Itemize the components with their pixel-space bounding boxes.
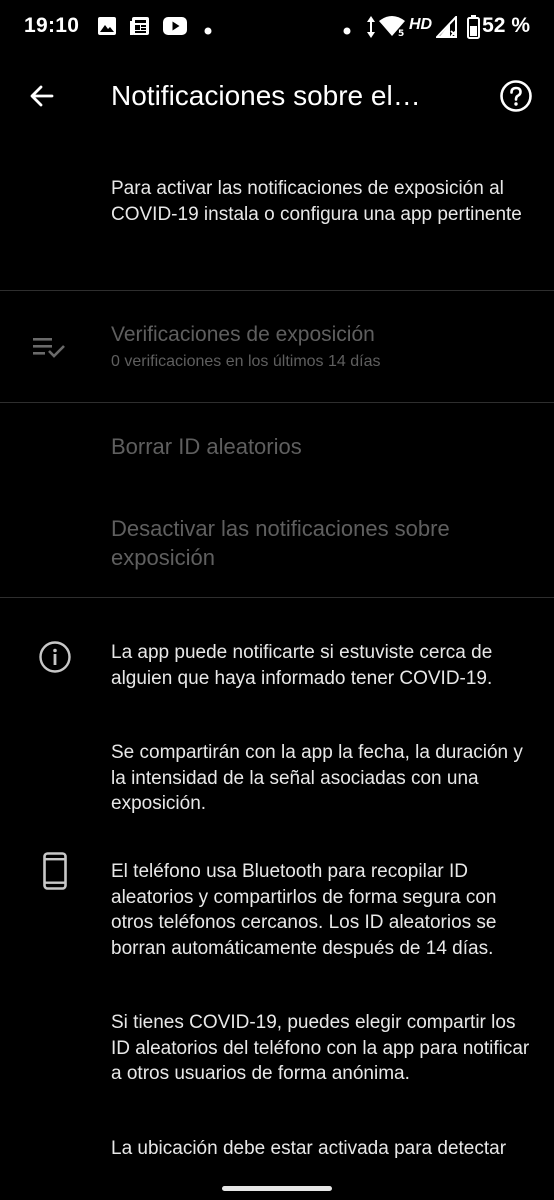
status-bar: 19:10 5 HD 52 % [0, 0, 554, 56]
exposure-checks-title: Verificaciones de exposición [111, 323, 375, 346]
image-icon [97, 16, 117, 41]
deactivate-notifications-button[interactable]: Desactivar las notificaciones sobre expo… [111, 514, 531, 572]
dot-icon [204, 22, 212, 40]
info-icon [38, 640, 72, 679]
help-button[interactable] [494, 76, 538, 120]
divider [0, 290, 554, 291]
battery-icon [467, 15, 480, 44]
hd-indicator: HD [409, 16, 433, 33]
status-time: 19:10 [24, 14, 80, 37]
intro-text: Para activar las notificaciones de expos… [111, 178, 522, 225]
bluetooth-paragraph-1: El teléfono usa Bluetooth para recopilar… [111, 861, 497, 959]
battery-percent: 52 % [482, 14, 530, 37]
youtube-icon [163, 17, 187, 40]
data-arrows-icon [366, 15, 376, 44]
checklist-icon [32, 336, 66, 365]
arrow-back-icon [28, 82, 56, 115]
news-icon [129, 16, 151, 41]
info-paragraph-2: Se compartirán con la app la fecha, la d… [111, 742, 523, 814]
gesture-navigation-bar[interactable] [222, 1186, 332, 1191]
svg-text:5: 5 [398, 29, 404, 37]
dot-icon [343, 22, 351, 40]
exposure-checks-subtitle: 0 verificaciones en los últimos 14 días [111, 353, 381, 370]
help-circle-icon [499, 79, 533, 118]
info-paragraph-1: La app puede notificarte si estuviste ce… [111, 642, 493, 689]
delete-random-ids-button[interactable]: Borrar ID aleatorios [111, 432, 531, 461]
app-bar: Notificaciones sobre el… [0, 56, 554, 140]
bluetooth-paragraph-2: Si tienes COVID-19, puedes elegir compar… [111, 1012, 530, 1084]
page-title: Notificaciones sobre el… [111, 80, 421, 111]
wifi-icon: 5 [378, 15, 406, 42]
divider [0, 597, 554, 598]
scroll-clip [0, 1160, 554, 1200]
signal-icon [434, 14, 458, 43]
divider [0, 402, 554, 403]
phone-icon [43, 852, 67, 895]
back-button[interactable] [20, 76, 64, 120]
